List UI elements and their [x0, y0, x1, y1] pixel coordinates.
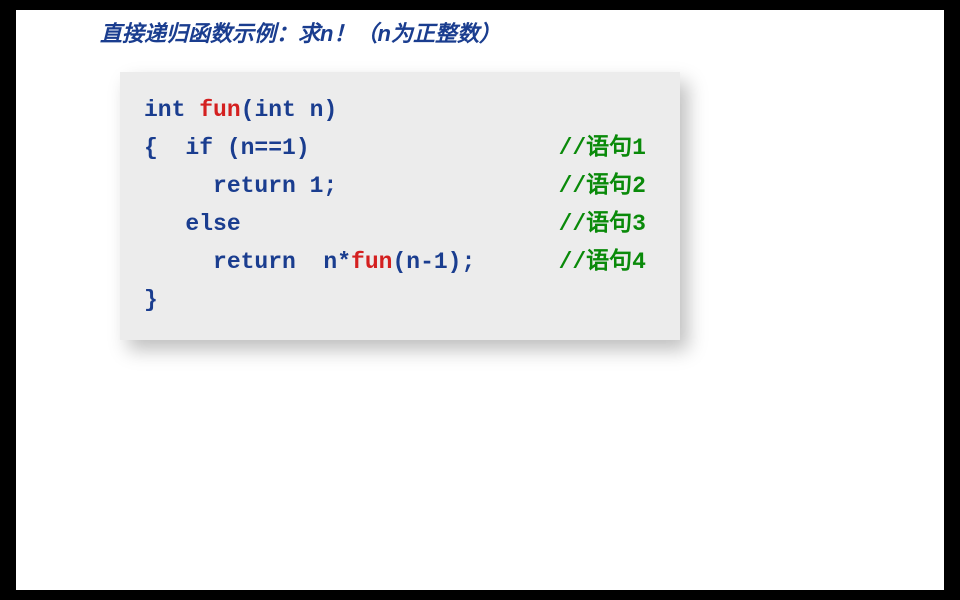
comment-4: //语句4 — [559, 244, 656, 282]
title-prefix: 直接递归函数示例：求 — [100, 21, 320, 46]
code-line-1: int fun(int n) — [144, 92, 656, 130]
keyword-int: int — [144, 97, 199, 123]
comment-1: //语句1 — [559, 130, 656, 168]
code-return-expr-1: return n* — [144, 249, 351, 275]
code-block: int fun(int n) { if (n==1) //语句1 return … — [120, 72, 680, 340]
signature-params: (int n) — [241, 97, 338, 123]
comment-2: //语句2 — [559, 168, 656, 206]
code-line-2: { if (n==1) //语句1 — [144, 130, 656, 168]
title-var-n2: n — [377, 21, 390, 46]
code-line-4: else //语句3 — [144, 206, 656, 244]
code-return-1: return 1; — [144, 168, 337, 206]
code-else: else — [144, 206, 241, 244]
slide-page: 直接递归函数示例：求n！（n为正整数） int fun(int n) { if … — [16, 10, 944, 590]
code-if: { if (n==1) — [144, 130, 310, 168]
title-exclaim: ！（ — [333, 21, 377, 46]
title-var-n1: n — [320, 21, 333, 46]
code-close-brace: } — [144, 282, 158, 320]
page-title: 直接递归函数示例：求n！（n为正整数） — [100, 16, 501, 48]
title-suffix: 为正整数） — [391, 21, 501, 46]
comment-3: //语句3 — [559, 206, 656, 244]
function-call: fun — [351, 249, 392, 275]
code-return-expr-2: (n-1); — [392, 249, 475, 275]
code-line-6: } — [144, 282, 656, 320]
function-name: fun — [199, 97, 240, 123]
code-line-3: return 1; //语句2 — [144, 168, 656, 206]
code-line-5: return n*fun(n-1); //语句4 — [144, 244, 656, 282]
